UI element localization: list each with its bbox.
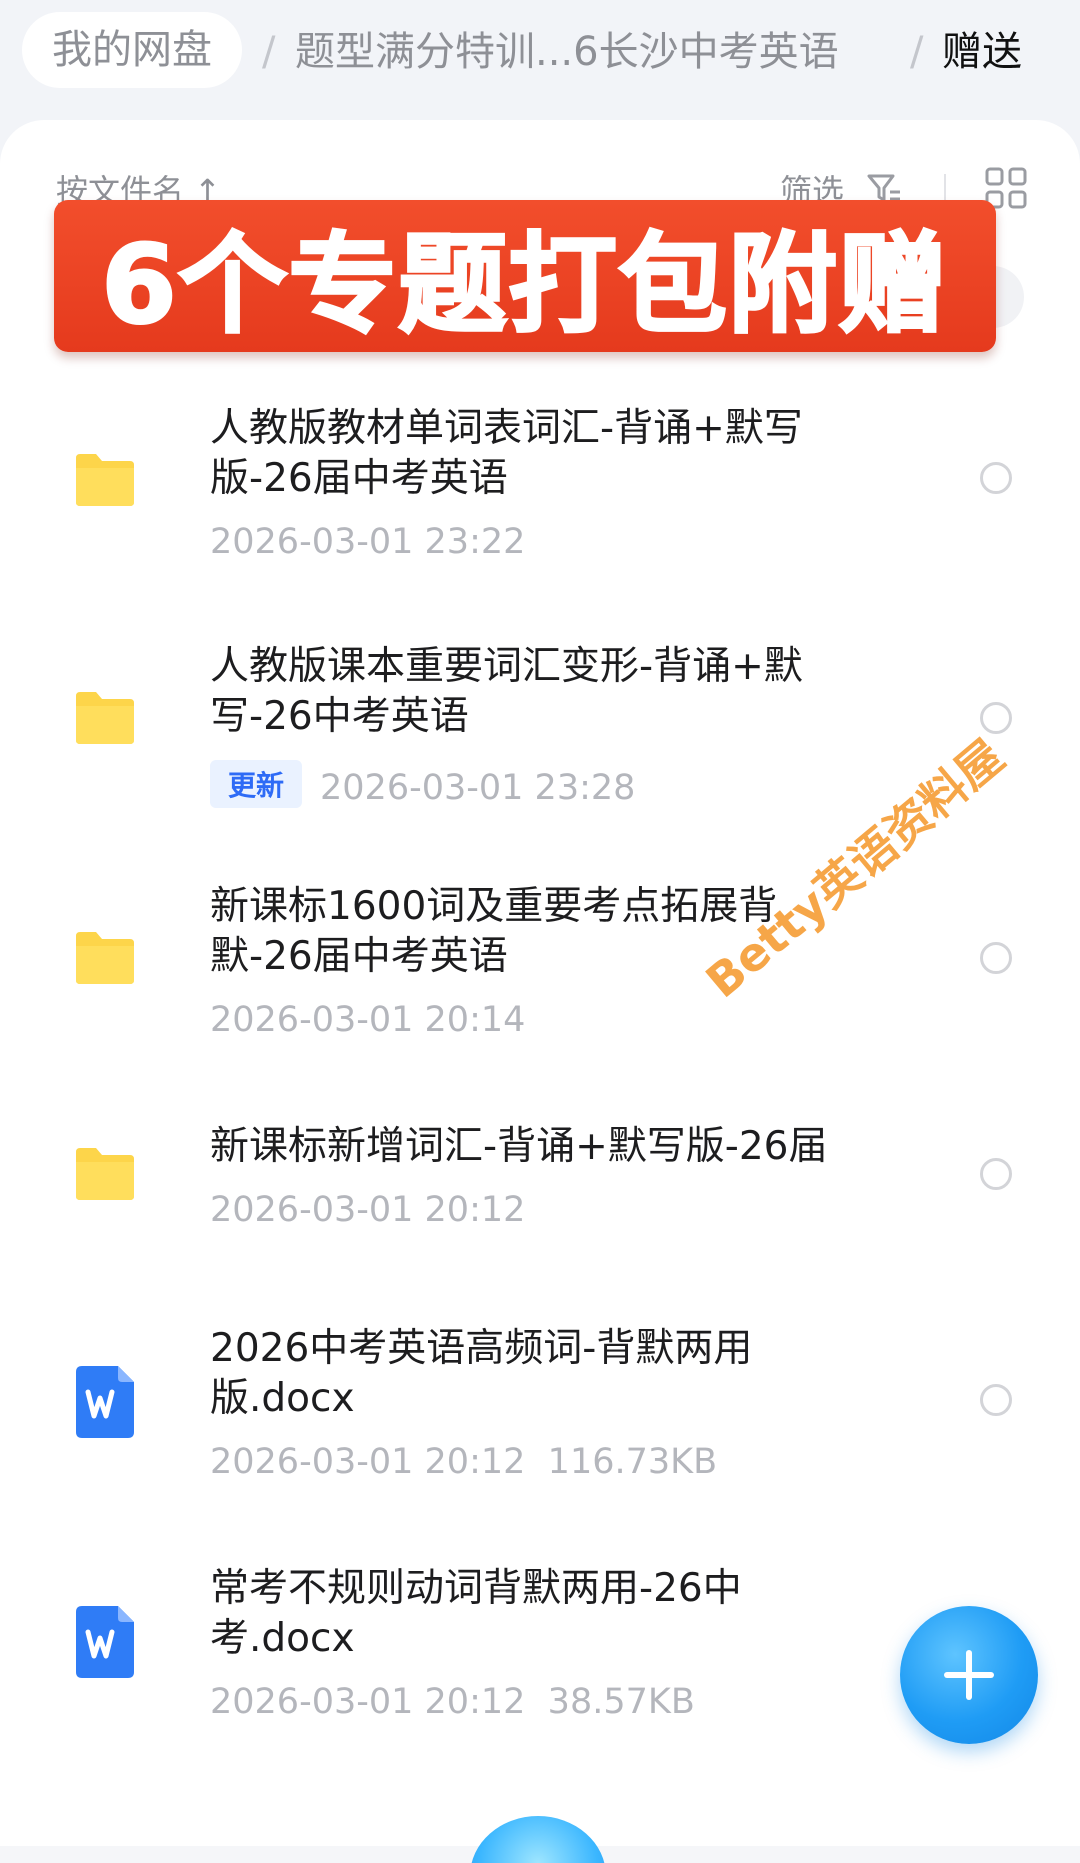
file-date: 2026-03-01 23:28 xyxy=(320,768,636,808)
select-checkbox[interactable] xyxy=(980,1158,1012,1190)
list-item[interactable]: 新课标新增词汇-背诵+默写版-26届 2026-03-01 20:12 xyxy=(0,1116,1080,1256)
file-size: 116.73KB xyxy=(547,1442,718,1482)
word-doc-icon xyxy=(72,1604,138,1684)
plus-icon xyxy=(944,1650,994,1700)
breadcrumb-current-folder: 赠送 xyxy=(942,29,1022,75)
file-size: 38.57KB xyxy=(547,1682,695,1722)
folder-icon xyxy=(72,930,138,990)
promo-banner-text: 6个专题打包附赠 xyxy=(100,222,949,350)
add-button[interactable] xyxy=(900,1606,1038,1744)
update-badge: 更新 xyxy=(210,760,303,808)
file-name: 人教版课本重要词汇变形-背诵+默写-26中考英语 xyxy=(210,644,803,739)
file-date: 2026-03-01 23:22 xyxy=(210,522,526,562)
file-meta: 2026-03-01 23:22 xyxy=(210,522,525,562)
breadcrumb-home[interactable]: 我的网盘 xyxy=(22,12,242,88)
file-meta: 2026-03-01 20:14 xyxy=(210,1000,525,1040)
list-item[interactable]: 新课标1600词及重要考点拓展背默-26届中考英语 2026-03-01 20:… xyxy=(0,876,1080,1056)
file-meta: 2026-03-01 20:12 116.73KB xyxy=(210,1442,717,1482)
breadcrumb-separator: / xyxy=(262,29,276,75)
list-item[interactable]: 2026中考英语高频词-背默两用版.docx 2026-03-01 20:12 … xyxy=(0,1318,1080,1498)
file-name: 2026中考英语高频词-背默两用版.docx xyxy=(210,1326,753,1421)
select-checkbox[interactable] xyxy=(980,702,1012,734)
file-name: 人教版教材单词表词汇-背诵+默写版-26届中考英语 xyxy=(210,406,803,501)
folder-icon xyxy=(72,1146,138,1206)
file-meta: 2026-03-01 20:12 38.57KB xyxy=(210,1682,695,1722)
file-name: 新课标新增词汇-背诵+默写版-26届 xyxy=(210,1124,828,1169)
file-date: 2026-03-01 20:12 xyxy=(210,1682,526,1722)
breadcrumb-separator: / xyxy=(910,29,924,75)
file-date: 2026-03-01 20:12 xyxy=(210,1190,526,1230)
folder-icon xyxy=(72,690,138,750)
folder-icon xyxy=(72,452,138,512)
list-item[interactable]: 人教版教材单词表词汇-背诵+默写版-26届中考英语 2026-03-01 23:… xyxy=(0,398,1080,578)
select-checkbox[interactable] xyxy=(980,1384,1012,1416)
file-meta: 2026-03-01 20:12 xyxy=(210,1190,525,1230)
file-date: 2026-03-01 20:14 xyxy=(210,1000,526,1040)
file-meta: 更新 2026-03-01 23:28 xyxy=(210,760,635,808)
file-name: 常考不规则动词背默两用-26中考.docx xyxy=(210,1566,742,1661)
word-doc-icon xyxy=(72,1364,138,1444)
promo-banner: 6个专题打包附赠 xyxy=(54,200,996,352)
breadcrumb: 我的网盘 / 题型满分特训...6长沙中考英语 / 赠送 xyxy=(0,0,1080,110)
file-date: 2026-03-01 20:12 xyxy=(210,1442,526,1482)
breadcrumb-parent-folder[interactable]: 题型满分特训...6长沙中考英语 xyxy=(295,14,839,90)
select-checkbox[interactable] xyxy=(980,462,1012,494)
select-checkbox[interactable] xyxy=(980,942,1012,974)
